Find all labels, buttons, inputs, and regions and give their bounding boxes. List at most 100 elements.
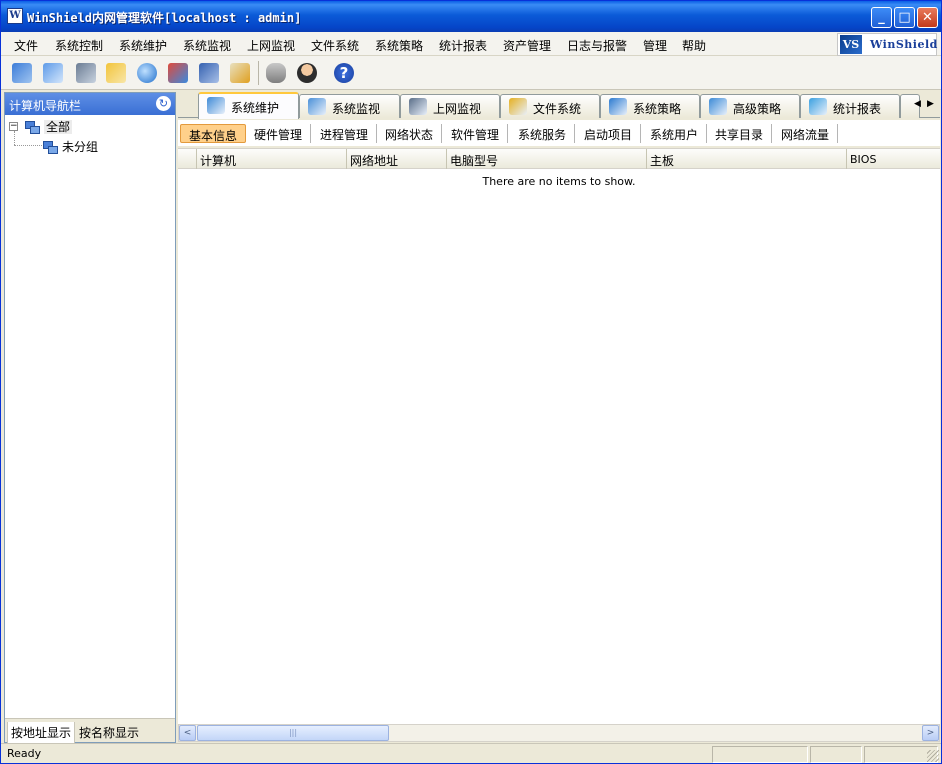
title-bar[interactable]: W WinShield内网管理软件[localhost : admin] _ □… [1, 1, 941, 32]
tab-scroll-right-icon[interactable]: ▶ [925, 96, 936, 112]
user-tool-button[interactable] [294, 60, 320, 86]
monitor-icon [43, 63, 63, 83]
tab-file-system[interactable]: 文件系统 [500, 94, 600, 118]
report-tool-button[interactable] [196, 60, 222, 86]
column-motherboard[interactable]: 主板 [646, 149, 846, 169]
subtab-software[interactable]: 软件管理 [443, 124, 509, 143]
subtab-system-users[interactable]: 系统用户 [642, 124, 708, 143]
advanced-policy-icon [168, 63, 188, 83]
sub-tab-bar: 基本信息 硬件管理 进程管理 网络状态 软件管理 系统服务 启动项目 系统用户 … [178, 120, 940, 146]
policy-icon [609, 98, 627, 115]
column-computer[interactable]: 计算机 [196, 149, 346, 169]
maximize-button[interactable]: □ [894, 7, 915, 28]
resize-grip-icon[interactable] [927, 750, 939, 762]
tab-web-monitor[interactable]: 上网监视 [400, 94, 500, 118]
status-text: Ready [7, 747, 42, 760]
tab-by-name[interactable]: 按名称显示 [76, 722, 142, 743]
policy-icon [137, 63, 157, 83]
tab-system-maintenance[interactable]: 系统维护 [198, 92, 299, 119]
web-monitor-tool-button[interactable] [73, 60, 99, 86]
close-button[interactable]: ✕ [917, 7, 938, 28]
menu-system-maintenance[interactable]: 系统维护 [119, 37, 167, 54]
tree-node-all[interactable]: 全部 [25, 118, 73, 136]
web-monitor-icon [409, 98, 427, 115]
menu-help[interactable]: 帮助 [682, 37, 706, 54]
report-icon [809, 98, 827, 115]
logo-mark: VS [840, 35, 862, 54]
tree-node-label: 未分组 [62, 140, 99, 154]
tab-system-monitor[interactable]: 系统监视 [299, 94, 400, 118]
column-network-address[interactable]: 网络地址 [346, 149, 446, 169]
file-system-tool-button[interactable] [103, 60, 129, 86]
menu-file-system[interactable]: 文件系统 [311, 37, 359, 54]
navigator-view-tabs: 按地址显示 按名称显示 [5, 718, 175, 744]
tab-advanced-policy[interactable]: 高级策略 [700, 94, 800, 118]
menu-file[interactable]: 文件 [14, 37, 38, 54]
subtab-network-status[interactable]: 网络状态 [377, 124, 443, 143]
tab-label: 系统监视 [332, 102, 381, 116]
menu-system-monitor[interactable]: 系统监视 [183, 37, 231, 54]
column-bios[interactable]: BIOS [846, 149, 940, 169]
window-title: WinShield内网管理软件[localhost : admin] [27, 11, 302, 25]
status-pane [712, 746, 808, 763]
maintenance-tool-button[interactable] [9, 60, 35, 86]
maintenance-icon [207, 97, 225, 114]
advanced-policy-tool-button[interactable] [165, 60, 191, 86]
menu-asset-management[interactable]: 资产管理 [503, 37, 551, 54]
winshield-logo: VS WinShield [837, 33, 937, 56]
tab-system-policy[interactable]: 系统策略 [600, 94, 700, 118]
menu-logs-alerts[interactable]: 日志与报警 [567, 37, 627, 54]
subtab-hardware[interactable]: 硬件管理 [246, 124, 312, 143]
toolbar: ? [1, 56, 941, 90]
subtab-network-traffic[interactable]: 网络流量 [773, 124, 839, 143]
menu-web-monitor[interactable]: 上网监视 [247, 37, 295, 54]
status-bar: Ready [1, 743, 941, 763]
scroll-left-button[interactable]: < [179, 725, 196, 741]
menu-reports[interactable]: 统计报表 [439, 37, 487, 54]
subtab-basic-info[interactable]: 基本信息 [180, 124, 247, 143]
tab-label: 系统策略 [633, 102, 682, 116]
horizontal-scrollbar[interactable]: < ||| > [178, 724, 940, 742]
menu-bar: 文件 系统控制 系统维护 系统监视 上网监视 文件系统 系统策略 统计报表 资产… [1, 32, 941, 56]
minimize-button[interactable]: _ [871, 7, 892, 28]
file-system-icon [509, 98, 527, 115]
report-icon [199, 63, 219, 83]
help-icon: ? [334, 63, 354, 83]
computer-group-icon [43, 140, 59, 155]
subtab-processes[interactable]: 进程管理 [312, 124, 378, 143]
monitor-tool-button[interactable] [40, 60, 66, 86]
tab-reports[interactable]: 统计报表 [800, 94, 900, 118]
tree-node-ungrouped[interactable]: 未分组 [43, 138, 98, 156]
tab-label: 统计报表 [833, 102, 882, 116]
scroll-right-button[interactable]: > [922, 725, 939, 741]
refresh-icon[interactable]: ↻ [156, 96, 171, 111]
app-icon: W [7, 8, 23, 24]
user-icon [297, 63, 317, 83]
tree-node-label: 全部 [44, 120, 73, 134]
tree-line [14, 131, 15, 145]
menu-system-control[interactable]: 系统控制 [55, 37, 103, 54]
subtab-startup[interactable]: 启动项目 [576, 124, 642, 143]
computer-navigator: 计算机导航栏 ↻ − 全部 未分组 按地址显示 按名称显示 [4, 92, 176, 744]
help-tool-button[interactable]: ? [331, 60, 357, 86]
tab-label: 文件系统 [533, 102, 582, 116]
tree-collapse-toggle[interactable]: − [9, 122, 18, 131]
column-pc-model[interactable]: 电脑型号 [446, 149, 646, 169]
asset-tool-button[interactable] [227, 60, 253, 86]
policy-tool-button[interactable] [134, 60, 160, 86]
scroll-thumb[interactable]: ||| [197, 725, 389, 741]
computer-list[interactable]: 计算机 网络地址 电脑型号 主板 BIOS There are no items… [178, 148, 940, 724]
menu-manage[interactable]: 管理 [643, 37, 667, 54]
tab-by-address[interactable]: 按地址显示 [7, 722, 76, 744]
tab-scroll-left-icon[interactable]: ◀ [912, 96, 923, 112]
database-tool-button[interactable] [263, 60, 289, 86]
asset-icon [230, 63, 250, 83]
advanced-policy-icon [709, 98, 727, 115]
subtab-services[interactable]: 系统服务 [510, 124, 576, 143]
tab-label: 系统维护 [231, 101, 280, 115]
computer-group-icon [25, 120, 41, 135]
main-panel: 系统维护 系统监视 上网监视 文件系统 系统策略 高级策略 统计报表 ◀ ▶ 基… [178, 92, 940, 743]
menu-system-policy[interactable]: 系统策略 [375, 37, 423, 54]
monitor-icon [308, 98, 326, 115]
subtab-shared-folders[interactable]: 共享目录 [707, 124, 773, 143]
